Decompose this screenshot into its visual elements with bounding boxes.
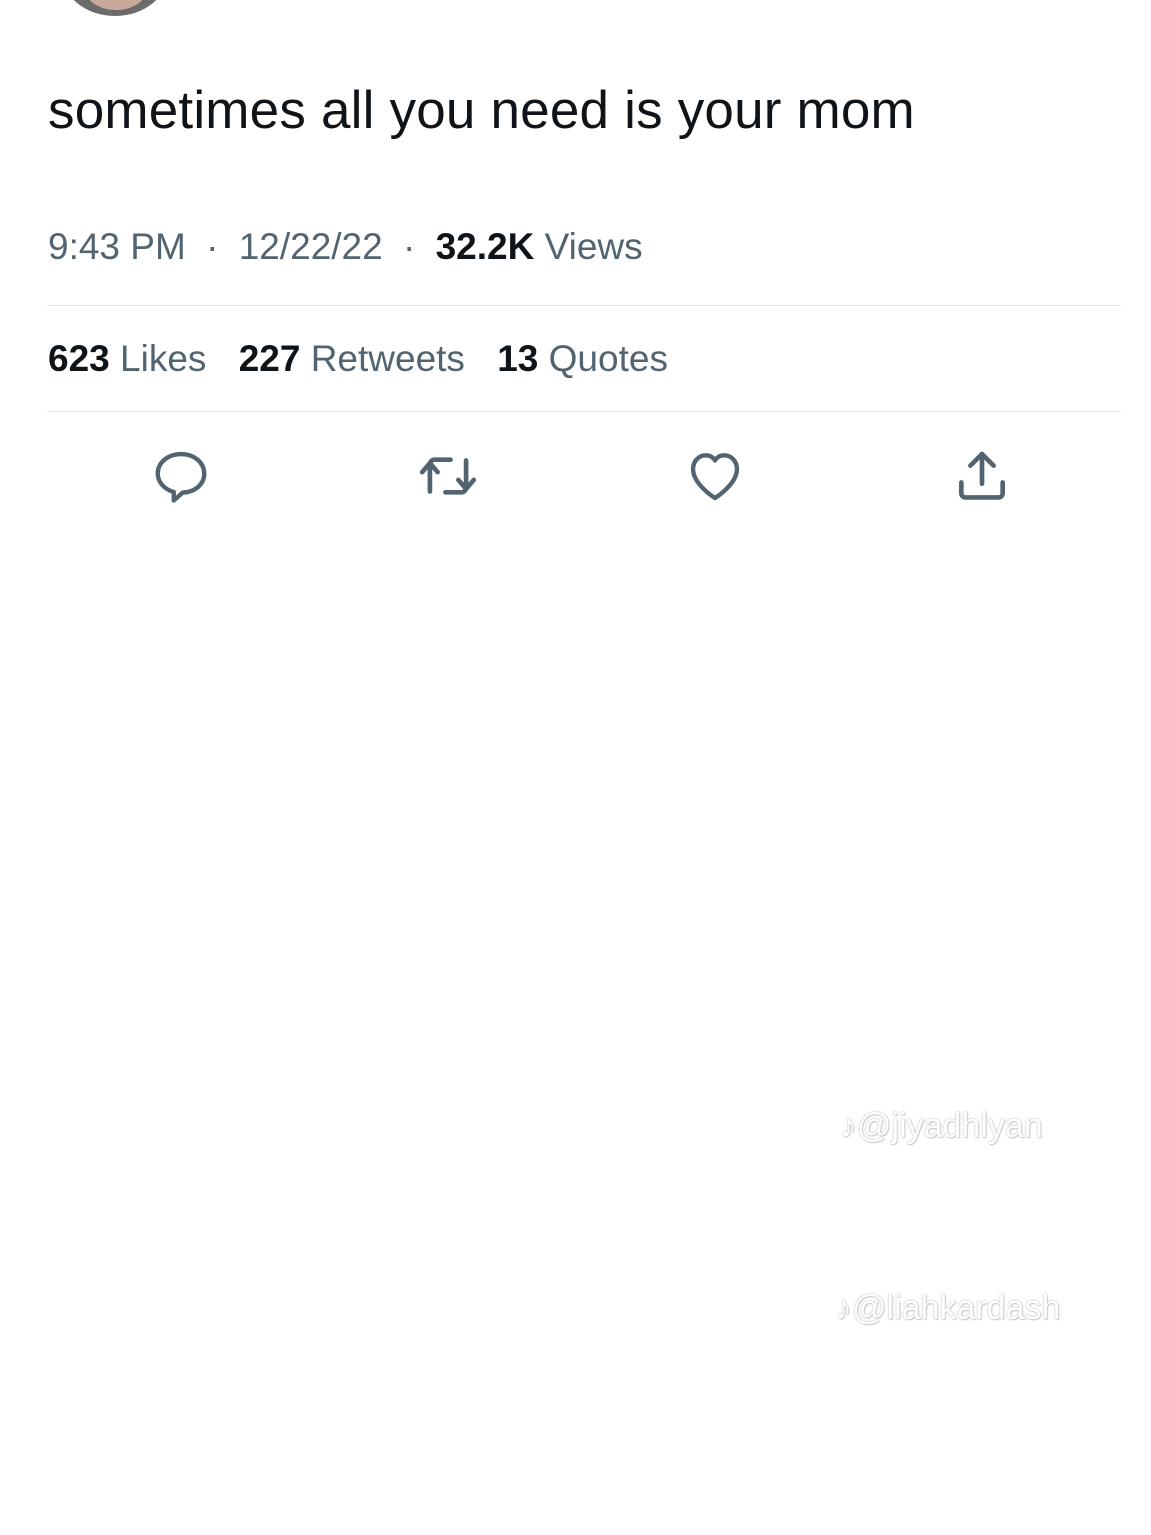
- divider: [47, 305, 1121, 306]
- likes-stat[interactable]: 623 Likes: [48, 334, 206, 384]
- watermark-handle: @jiyadhlyan: [857, 1107, 1043, 1145]
- retweets-count: 227: [238, 338, 301, 379]
- tweet-time[interactable]: 9:43 PM: [48, 226, 186, 267]
- quotes-count: 13: [497, 338, 539, 379]
- divider: [47, 411, 1121, 412]
- retweets-label: Retweets: [310, 338, 465, 379]
- retweet-button[interactable]: [412, 440, 484, 512]
- retweet-icon: [419, 457, 477, 495]
- like-button[interactable]: [679, 440, 751, 512]
- tweet-text: sometimes all you need is your mom: [48, 81, 915, 140]
- views-label: Views: [544, 226, 643, 267]
- quotes-stat[interactable]: 13 Quotes: [497, 334, 668, 384]
- engagement-stats: 623 Likes 227 Retweets 13 Quotes: [48, 334, 690, 384]
- quotes-label: Quotes: [548, 338, 668, 379]
- watermark: ♪@liahkardash: [835, 1288, 1060, 1328]
- tiktok-icon: ♪: [835, 1289, 852, 1327]
- tweet-date[interactable]: 12/22/22: [239, 226, 383, 267]
- like-icon: [690, 453, 740, 501]
- reply-icon: [155, 451, 207, 503]
- retweets-stat[interactable]: 227 Retweets: [239, 334, 465, 384]
- tweet-meta: 9:43 PM · 12/22/22 · 32.2K Views: [48, 222, 643, 272]
- watermark: ♪@jiyadhlyan: [840, 1106, 1043, 1146]
- likes-count: 623: [48, 338, 110, 379]
- watermark-handle: @liahkardash: [852, 1289, 1061, 1327]
- share-icon: [959, 451, 1005, 500]
- tiktok-icon: ♪: [840, 1107, 857, 1145]
- meta-separator: ·: [206, 226, 219, 267]
- views-count: 32.2K: [435, 226, 535, 267]
- likes-label: Likes: [120, 338, 207, 379]
- avatar[interactable]: [62, 0, 168, 16]
- share-button[interactable]: [946, 440, 1018, 512]
- reply-button[interactable]: [145, 440, 217, 512]
- meta-separator: ·: [403, 226, 416, 267]
